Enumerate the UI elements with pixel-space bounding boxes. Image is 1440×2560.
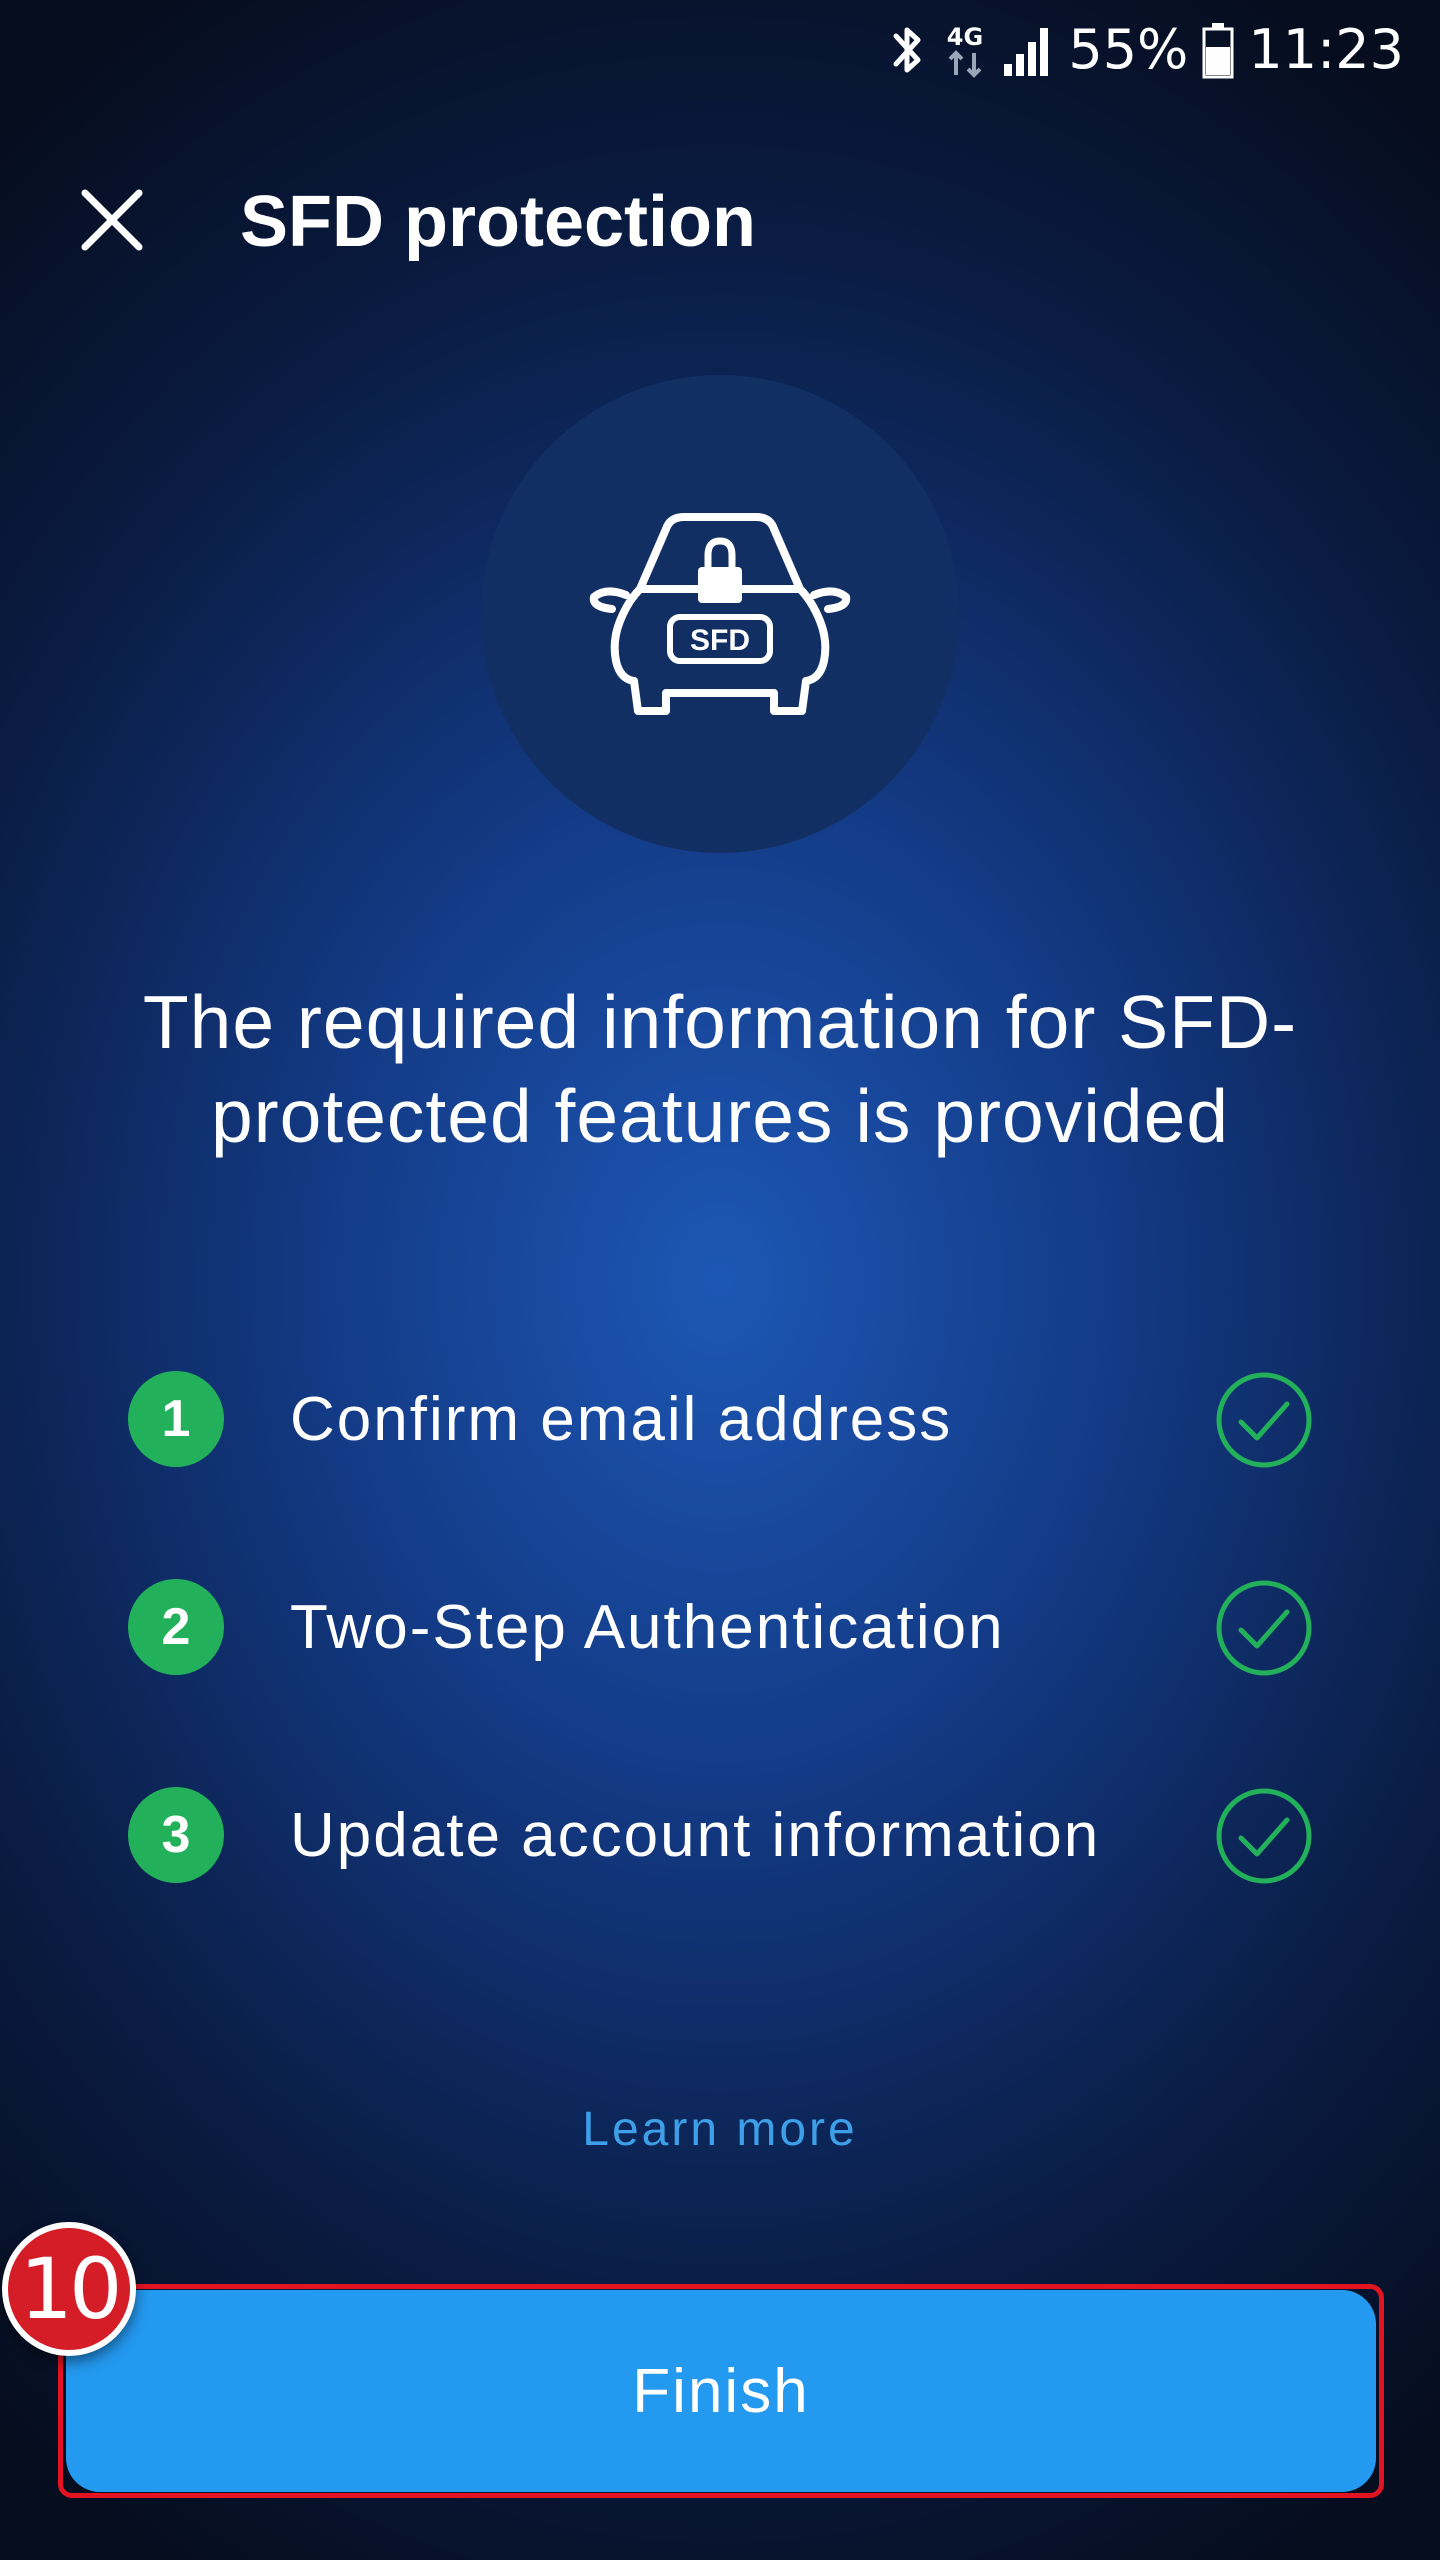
sfd-badge-text: SFD [690,624,750,657]
hero-illustration: SFD [481,375,959,853]
finish-button[interactable]: Finish [66,2290,1376,2492]
step-label: Two-Step Authentication [290,1593,1005,1662]
network-4g-icon: 4G [947,23,984,78]
app-bar: SFD protection [0,150,1440,270]
learn-more-link[interactable]: Learn more [0,2095,1440,2165]
step-number-badge: 2 [128,1579,224,1675]
check-circle-icon [1216,1580,1312,1676]
status-time: 11:23 [1248,18,1404,81]
check-circle-icon [1216,1788,1312,1884]
page-title: SFD protection [240,182,756,262]
step-label: Update account information [290,1801,1101,1870]
step-label: Confirm email address [290,1385,953,1454]
network-type-label: 4G [947,23,983,51]
check-circle-icon [1216,1372,1312,1468]
status-icons: 4G 55% 11:23 [888,14,1404,86]
step-item: 2 Two-Step Authentication [0,1578,1440,1678]
step-item: 1 Confirm email address [0,1370,1440,1470]
step-item: 3 Update account information [0,1786,1440,1886]
status-bar: 4G 55% 11:23 [0,0,1440,100]
status-heading: The required information for SFD-protect… [142,980,1298,1158]
bluetooth-icon [893,27,921,73]
annotation-step-badge: 10 [2,2222,136,2356]
step-number-badge: 3 [128,1787,224,1883]
battery-icon [1202,23,1234,79]
battery-percentage: 55% [1068,18,1189,81]
close-button[interactable] [62,170,162,270]
close-icon [81,189,143,251]
car-lock-icon: SFD [589,513,851,715]
step-number-badge: 1 [128,1371,224,1467]
signal-icon [1004,28,1049,76]
